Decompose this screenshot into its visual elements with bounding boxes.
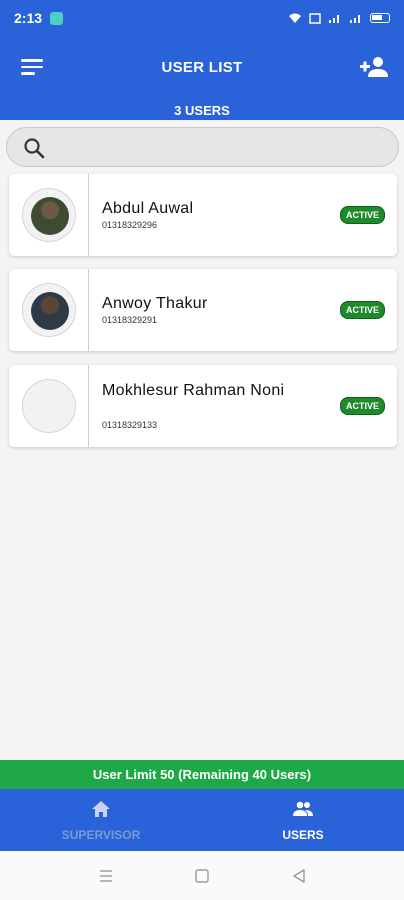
tab-supervisor[interactable]: SUPERVISOR <box>0 789 202 851</box>
avatar-container <box>9 269 89 351</box>
user-limit-bar: User Limit 50 (Remaining 40 Users) <box>0 760 404 789</box>
tab-users[interactable]: USERS <box>202 789 404 851</box>
back-icon[interactable] <box>291 868 307 884</box>
add-user-icon[interactable] <box>360 56 388 78</box>
status-icons <box>288 12 390 24</box>
avatar-container <box>9 174 89 256</box>
user-card[interactable]: Anwoy Thakur 01318329291 ACTIVE <box>9 269 397 351</box>
user-phone: 01318329133 <box>102 420 158 430</box>
user-photo <box>31 197 69 235</box>
signal-icon <box>350 14 360 23</box>
search-icon <box>24 138 45 159</box>
user-phone: 01318329296 <box>102 220 158 230</box>
search-bar[interactable] <box>6 127 399 167</box>
user-phone: 01318329291 <box>102 315 158 325</box>
tab-label: USERS <box>282 828 324 842</box>
user-name: Anwoy Thakur <box>102 295 208 312</box>
user-name: Abdul Auwal <box>102 200 194 217</box>
status-badge: ACTIVE <box>339 397 385 415</box>
user-count: 3 USERS <box>174 103 230 118</box>
recents-menu-icon[interactable] <box>98 868 114 884</box>
app-bar: USER LIST 3 USERS <box>0 36 404 120</box>
system-nav-bar <box>0 851 404 900</box>
status-badge: ACTIVE <box>339 206 385 224</box>
avatar <box>22 283 76 337</box>
user-photo <box>31 292 69 330</box>
user-card[interactable]: Abdul Auwal 01318329296 ACTIVE <box>9 174 397 256</box>
battery-icon <box>370 13 390 23</box>
bottom-nav: SUPERVISOR USERS <box>0 789 404 851</box>
page-title: USER LIST <box>161 59 243 76</box>
wifi-icon <box>289 13 301 23</box>
status-bar: 2:13 <box>0 0 404 36</box>
avatar <box>22 188 76 242</box>
avatar <box>22 379 76 433</box>
users-icon <box>293 801 313 816</box>
user-name: Mokhlesur Rahman Noni <box>102 382 285 399</box>
status-badge: ACTIVE <box>339 301 385 319</box>
app-notification-icon <box>50 11 64 25</box>
home-icon <box>92 801 110 817</box>
avatar-container <box>9 365 89 447</box>
home-square-icon[interactable] <box>194 868 210 884</box>
tab-label: SUPERVISOR <box>61 828 141 842</box>
status-time: 2:13 <box>14 10 43 26</box>
signal-icon <box>329 14 339 23</box>
user-card[interactable]: Mokhlesur Rahman Noni 01318329133 ACTIVE <box>9 365 397 447</box>
data-icon <box>309 12 321 24</box>
search-input[interactable] <box>55 136 385 160</box>
